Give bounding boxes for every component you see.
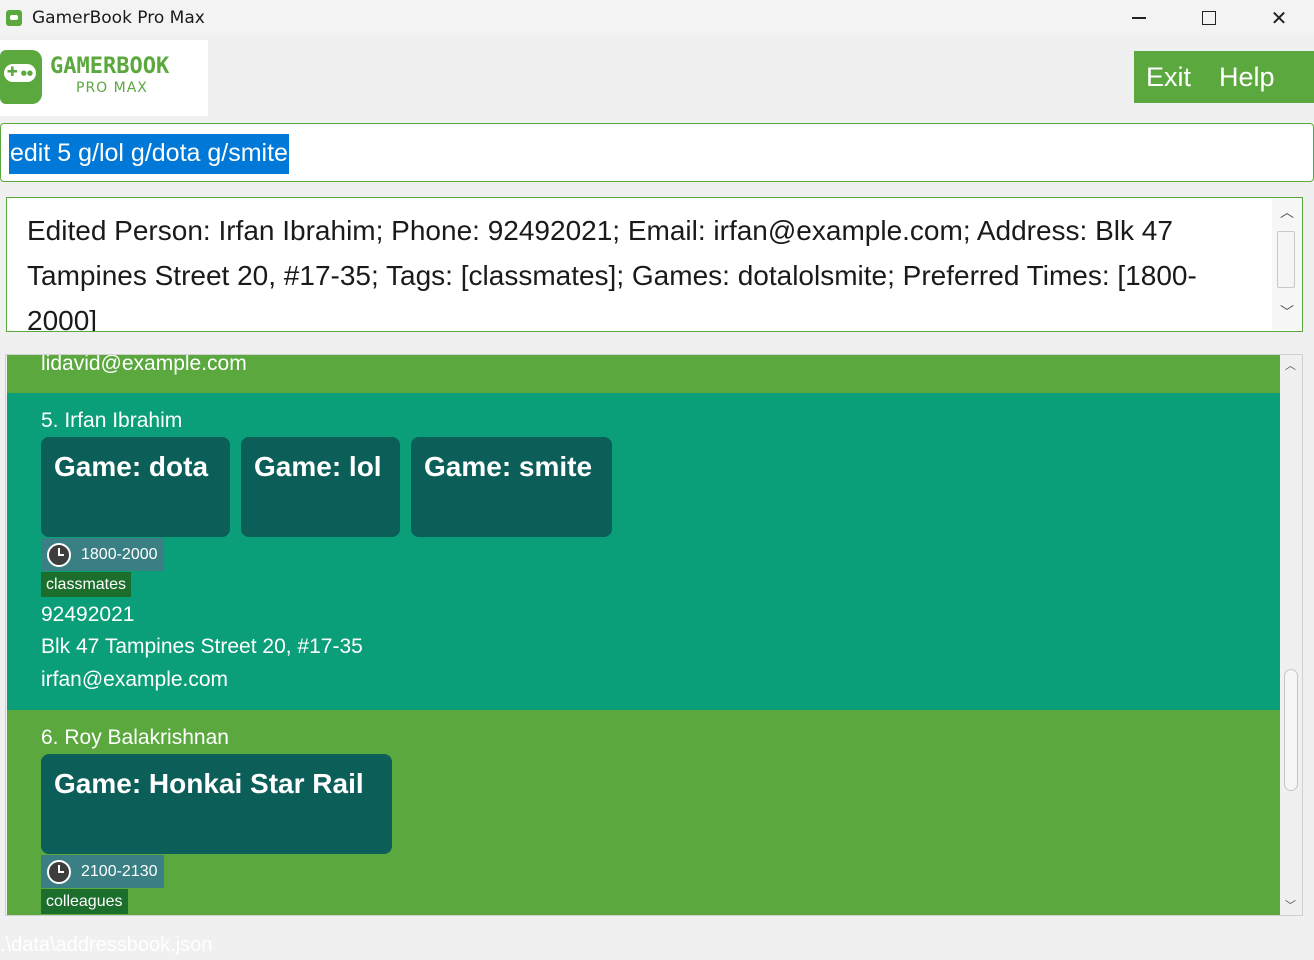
game-chip: Game: lol	[241, 437, 400, 537]
app-icon	[6, 10, 22, 26]
game-chip: Game: Honkai Star Rail	[41, 754, 392, 854]
maximize-button[interactable]	[1174, 0, 1244, 36]
preferred-time: 1800-2000	[81, 545, 158, 563]
minimize-button[interactable]	[1104, 0, 1174, 36]
person-card[interactable]: 5. Irfan Ibrahim Game: dota Game: lol Ga…	[7, 393, 1281, 710]
time-badge: 2100-2130	[41, 855, 164, 888]
scroll-thumb[interactable]	[1284, 669, 1298, 791]
window-controls: ✕	[1104, 0, 1314, 36]
game-chip: Game: smite	[411, 437, 612, 537]
scroll-down-icon[interactable]: ﹀	[1285, 897, 1296, 913]
person-phone: 92492021	[41, 603, 135, 626]
tag-badge: colleagues	[41, 889, 128, 914]
header: GAMERBOOK PRO MAX Exit Help	[0, 40, 1314, 116]
scroll-thumb[interactable]	[1277, 231, 1295, 288]
maximize-icon	[1202, 11, 1216, 25]
result-display: Edited Person: Irfan Ibrahim; Phone: 924…	[6, 197, 1303, 332]
scroll-up-icon[interactable]: ︿	[1280, 202, 1294, 222]
person-card[interactable]: lidavid@example.com	[7, 355, 1281, 393]
close-button[interactable]: ✕	[1244, 0, 1314, 36]
clock-icon	[47, 859, 71, 884]
list-scrollbar[interactable]: ︿ ﹀	[1280, 355, 1302, 915]
logo-subtitle: PRO MAX	[76, 80, 148, 96]
menu-exit[interactable]: Exit	[1146, 62, 1191, 93]
tag-badge: classmates	[41, 572, 132, 597]
menu-bar: Exit Help	[1134, 51, 1314, 103]
person-email: irfan@example.com	[41, 668, 229, 691]
person-card[interactable]: 6. Roy Balakrishnan Game: Honkai Star Ra…	[7, 710, 1281, 915]
person-email: lidavid@example.com	[41, 354, 247, 375]
clock-icon	[47, 542, 71, 567]
command-input[interactable]: edit 5 g/lol g/dota g/smite	[9, 134, 289, 174]
scroll-down-icon[interactable]: ﹀	[1280, 302, 1294, 322]
person-list: lidavid@example.com 5. Irfan Ibrahim Gam…	[5, 354, 1303, 916]
preferred-time: 2100-2130	[81, 862, 158, 880]
logo: GAMERBOOK PRO MAX	[0, 40, 208, 116]
person-address: Blk 47 Tampines Street 20, #17-35	[41, 635, 363, 658]
result-scrollbar[interactable]: ︿ ﹀	[1272, 198, 1302, 330]
menu-help[interactable]: Help	[1219, 62, 1275, 93]
scroll-up-icon[interactable]: ︿	[1285, 357, 1296, 373]
logo-title: GAMERBOOK	[50, 54, 170, 79]
result-text: Edited Person: Irfan Ibrahim; Phone: 924…	[27, 215, 1197, 332]
close-icon: ✕	[1270, 6, 1288, 30]
window-title: GamerBook Pro Max	[32, 8, 205, 28]
person-name: 6. Roy Balakrishnan	[41, 726, 229, 749]
person-name: 5. Irfan Ibrahim	[41, 409, 183, 432]
game-chip: Game: dota	[41, 437, 230, 537]
title-bar: GamerBook Pro Max ✕	[0, 0, 1314, 36]
gamepad-icon	[0, 50, 42, 104]
command-box[interactable]: edit 5 g/lol g/dota g/smite	[0, 123, 1314, 182]
time-badge: 1800-2000	[41, 538, 164, 571]
minimize-icon	[1132, 17, 1146, 19]
status-bar-path: .\data\addressbook.json	[0, 934, 213, 956]
